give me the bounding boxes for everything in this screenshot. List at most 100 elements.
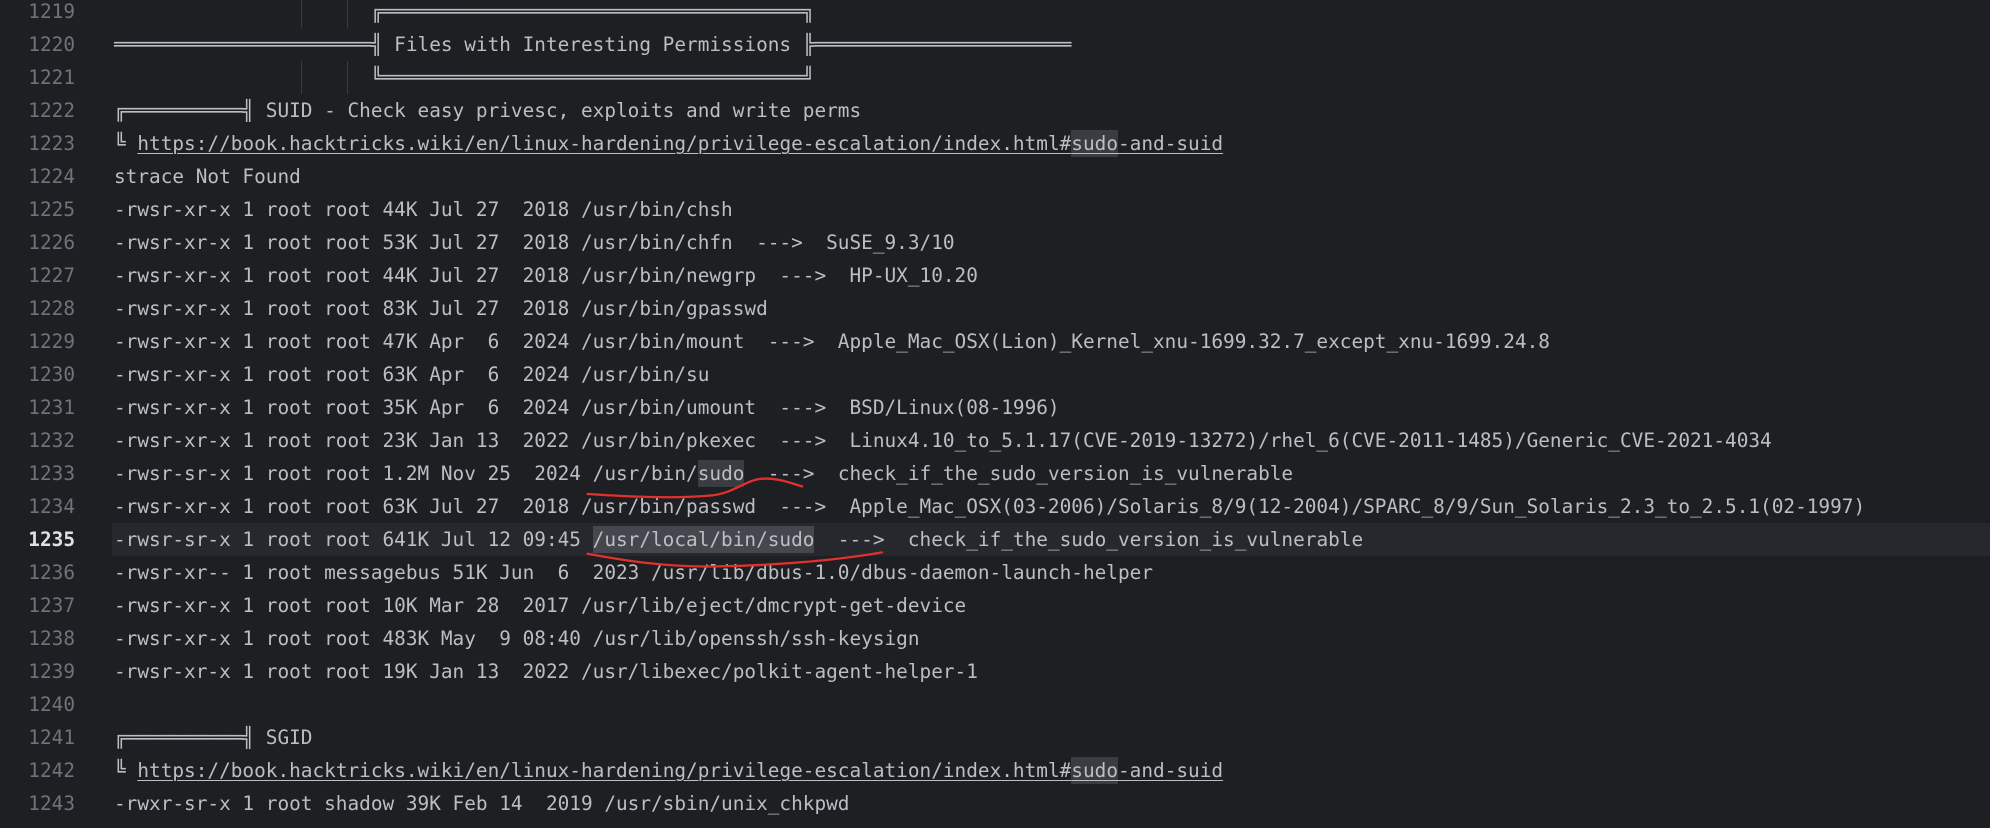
hyperlink[interactable]: -and-suid — [1118, 759, 1223, 782]
code-line-text[interactable] — [112, 688, 1990, 721]
code-line-text[interactable]: ╔══════════╣ SUID - Check easy privesc, … — [112, 94, 1990, 127]
line-number[interactable]: 1227 — [0, 259, 75, 292]
code-line-text[interactable]: -rwsr-xr-x 1 root root 83K Jul 27 2018 /… — [112, 292, 1990, 325]
code-line[interactable]: 1241 ╔══════════╣ SGID — [0, 721, 1990, 754]
code-line-text[interactable]: -rwsr-xr-x 1 root root 10K Mar 28 2017 /… — [112, 589, 1990, 622]
code-line-text[interactable]: -rwsr-xr-x 1 root root 63K Jul 27 2018 /… — [112, 490, 1990, 523]
line-number[interactable]: 1223 — [0, 127, 75, 160]
code-line[interactable]: 1243 -rwxr-sr-x 1 root shadow 39K Feb 14 … — [0, 787, 1990, 820]
hyperlink[interactable]: https://book.hacktricks.wiki/en/linux-ha… — [137, 759, 1071, 782]
code-text: ---> check_if_the_sudo_version_is_vulner… — [744, 462, 1294, 485]
indent-guide — [347, 61, 349, 94]
code-editor[interactable]: 1219 ╔══════════════════════════════════… — [0, 0, 1990, 828]
code-text: -rwsr-xr-x 1 root root 10K Mar 28 2017 /… — [114, 594, 967, 617]
code-line[interactable]: 1227 -rwsr-xr-x 1 root root 44K Jul 27 20… — [0, 259, 1990, 292]
code-text: ╚ — [114, 759, 138, 782]
line-number-current[interactable]: 1235 — [0, 523, 75, 556]
code-text: -rwsr-sr-x 1 root root 1.2M Nov 25 2024 … — [114, 462, 698, 485]
code-line[interactable]: 1228 -rwsr-xr-x 1 root root 83K Jul 27 20… — [0, 292, 1990, 325]
code-line[interactable]: 1219 ╔══════════════════════════════════… — [0, 0, 1990, 28]
code-line[interactable]: 1230 -rwsr-xr-x 1 root root 63K Apr 6 202… — [0, 358, 1990, 391]
code-line-text[interactable]: -rwsr-xr-x 1 root root 19K Jan 13 2022 /… — [112, 655, 1990, 688]
line-number[interactable]: 1219 — [0, 0, 75, 28]
code-line-text[interactable]: -rwsr-xr-x 1 root root 44K Jul 27 2018 /… — [112, 259, 1990, 292]
code-line[interactable]: 1225 -rwsr-xr-x 1 root root 44K Jul 27 20… — [0, 193, 1990, 226]
line-number[interactable]: 1240 — [0, 688, 75, 721]
code-line-text[interactable]: ╚════════════════════════════════════╝ — [112, 61, 1990, 94]
code-text: -rwsr-xr-x 1 root root 53K Jul 27 2018 /… — [114, 231, 955, 254]
code-text: ╔════════════════════════════════════╗ — [114, 0, 815, 23]
line-number[interactable]: 1241 — [0, 721, 75, 754]
indent-guide — [300, 0, 302, 28]
hyperlink-search-match[interactable]: sudo — [1071, 130, 1118, 157]
line-number[interactable]: 1220 — [0, 28, 75, 61]
code-line[interactable]: 1221 ╚══════════════════════════════════… — [0, 61, 1990, 94]
line-number[interactable]: 1242 — [0, 754, 75, 787]
line-number[interactable]: 1226 — [0, 226, 75, 259]
code-text: ══════════════════════╣ Files with Inter… — [114, 33, 1072, 56]
code-text: -rwsr-xr-x 1 root root 63K Jul 27 2018 /… — [114, 495, 1866, 518]
code-line-text[interactable]: -rwxr-sr-x 1 root shadow 39K Feb 14 2019… — [112, 787, 1990, 820]
code-line[interactable]: 1234 -rwsr-xr-x 1 root root 63K Jul 27 20… — [0, 490, 1990, 523]
line-number[interactable]: 1225 — [0, 193, 75, 226]
line-number[interactable]: 1237 — [0, 589, 75, 622]
line-number[interactable]: 1224 — [0, 160, 75, 193]
code-text: -rwxr-sr-x 1 root shadow 39K Feb 14 2019… — [114, 792, 850, 815]
code-line-text[interactable]: ╔════════════════════════════════════╗ — [112, 0, 1990, 28]
code-line[interactable]: 1220 ══════════════════════╣ Files with I… — [0, 28, 1990, 61]
code-line-text[interactable]: -rwsr-xr-x 1 root root 35K Apr 6 2024 /u… — [112, 391, 1990, 424]
code-line-text[interactable]: ╔══════════╣ SGID — [112, 721, 1990, 754]
code-line-text[interactable]: -rwsr-sr-x 1 root root 641K Jul 12 09:45… — [112, 523, 1990, 556]
line-number[interactable]: 1233 — [0, 457, 75, 490]
line-number[interactable]: 1236 — [0, 556, 75, 589]
line-number[interactable]: 1231 — [0, 391, 75, 424]
code-line-text[interactable]: -rwsr-xr-x 1 root root 483K May 9 08:40 … — [112, 622, 1990, 655]
code-line[interactable]: 1233 -rwsr-sr-x 1 root root 1.2M Nov 25 2… — [0, 457, 1990, 490]
code-line-text[interactable]: -rwsr-xr-x 1 root root 23K Jan 13 2022 /… — [112, 424, 1990, 457]
line-number[interactable]: 1232 — [0, 424, 75, 457]
code-line[interactable]: 1224 strace Not Found — [0, 160, 1990, 193]
code-line-text[interactable]: -rwsr-xr-x 1 root root 44K Jul 27 2018 /… — [112, 193, 1990, 226]
code-line[interactable]: 1229 -rwsr-xr-x 1 root root 47K Apr 6 202… — [0, 325, 1990, 358]
line-number[interactable]: 1221 — [0, 61, 75, 94]
line-number[interactable]: 1229 — [0, 325, 75, 358]
code-line[interactable]: 1236 -rwsr-xr-- 1 root messagebus 51K Jun… — [0, 556, 1990, 589]
code-line-current[interactable]: 1235 -rwsr-sr-x 1 root root 641K Jul 12 0… — [0, 523, 1990, 556]
code-line[interactable]: 1226 -rwsr-xr-x 1 root root 53K Jul 27 20… — [0, 226, 1990, 259]
code-line-text[interactable]: ══════════════════════╣ Files with Inter… — [112, 28, 1990, 61]
hyperlink-search-match[interactable]: sudo — [1071, 757, 1118, 784]
code-text: ╚════════════════════════════════════╝ — [114, 66, 815, 89]
line-number[interactable]: 1238 — [0, 622, 75, 655]
code-line-text[interactable]: -rwsr-xr-x 1 root root 47K Apr 6 2024 /u… — [112, 325, 1990, 358]
line-number[interactable]: 1222 — [0, 94, 75, 127]
hyperlink[interactable]: https://book.hacktricks.wiki/en/linux-ha… — [137, 132, 1071, 155]
line-number[interactable]: 1228 — [0, 292, 75, 325]
code-line[interactable]: 1231 -rwsr-xr-x 1 root root 35K Apr 6 202… — [0, 391, 1990, 424]
line-number[interactable]: 1234 — [0, 490, 75, 523]
code-text: -rwsr-xr-x 1 root root 44K Jul 27 2018 /… — [114, 264, 978, 287]
code-line[interactable]: 1239 -rwsr-xr-x 1 root root 19K Jan 13 20… — [0, 655, 1990, 688]
code-line-text[interactable]: -rwsr-sr-x 1 root root 1.2M Nov 25 2024 … — [112, 457, 1990, 490]
line-number[interactable]: 1230 — [0, 358, 75, 391]
code-line[interactable]: 1237 -rwsr-xr-x 1 root root 10K Mar 28 20… — [0, 589, 1990, 622]
code-line-text[interactable]: -rwsr-xr-- 1 root messagebus 51K Jun 6 2… — [112, 556, 1990, 589]
code-line[interactable]: 1240 — [0, 688, 1990, 721]
hyperlink[interactable]: -and-suid — [1118, 132, 1223, 155]
code-text: ╔══════════╣ SUID - Check easy privesc, … — [114, 99, 862, 122]
selected-text: /usr/local/bin/sudo — [592, 526, 815, 553]
code-line-text[interactable]: -rwsr-xr-x 1 root root 63K Apr 6 2024 /u… — [112, 358, 1990, 391]
code-text: ╔══════════╣ SGID — [114, 726, 313, 749]
code-line[interactable]: 1242 ╚ https://book.hacktricks.wiki/en/li… — [0, 754, 1990, 787]
code-text: -rwsr-xr-x 1 root root 35K Apr 6 2024 /u… — [114, 396, 1060, 419]
editor-lines[interactable]: 1219 ╔══════════════════════════════════… — [0, 0, 1990, 820]
code-line-text[interactable]: -rwsr-xr-x 1 root root 53K Jul 27 2018 /… — [112, 226, 1990, 259]
code-line[interactable]: 1223 ╚ https://book.hacktricks.wiki/en/li… — [0, 127, 1990, 160]
code-line-text[interactable]: strace Not Found — [112, 160, 1990, 193]
code-line[interactable]: 1222 ╔══════════╣ SUID - Check easy prive… — [0, 94, 1990, 127]
code-line[interactable]: 1238 -rwsr-xr-x 1 root root 483K May 9 08… — [0, 622, 1990, 655]
line-number[interactable]: 1239 — [0, 655, 75, 688]
code-line-text[interactable]: ╚ https://book.hacktricks.wiki/en/linux-… — [112, 127, 1990, 160]
code-line[interactable]: 1232 -rwsr-xr-x 1 root root 23K Jan 13 20… — [0, 424, 1990, 457]
code-line-text[interactable]: ╚ https://book.hacktricks.wiki/en/linux-… — [112, 754, 1990, 787]
line-number[interactable]: 1243 — [0, 787, 75, 820]
